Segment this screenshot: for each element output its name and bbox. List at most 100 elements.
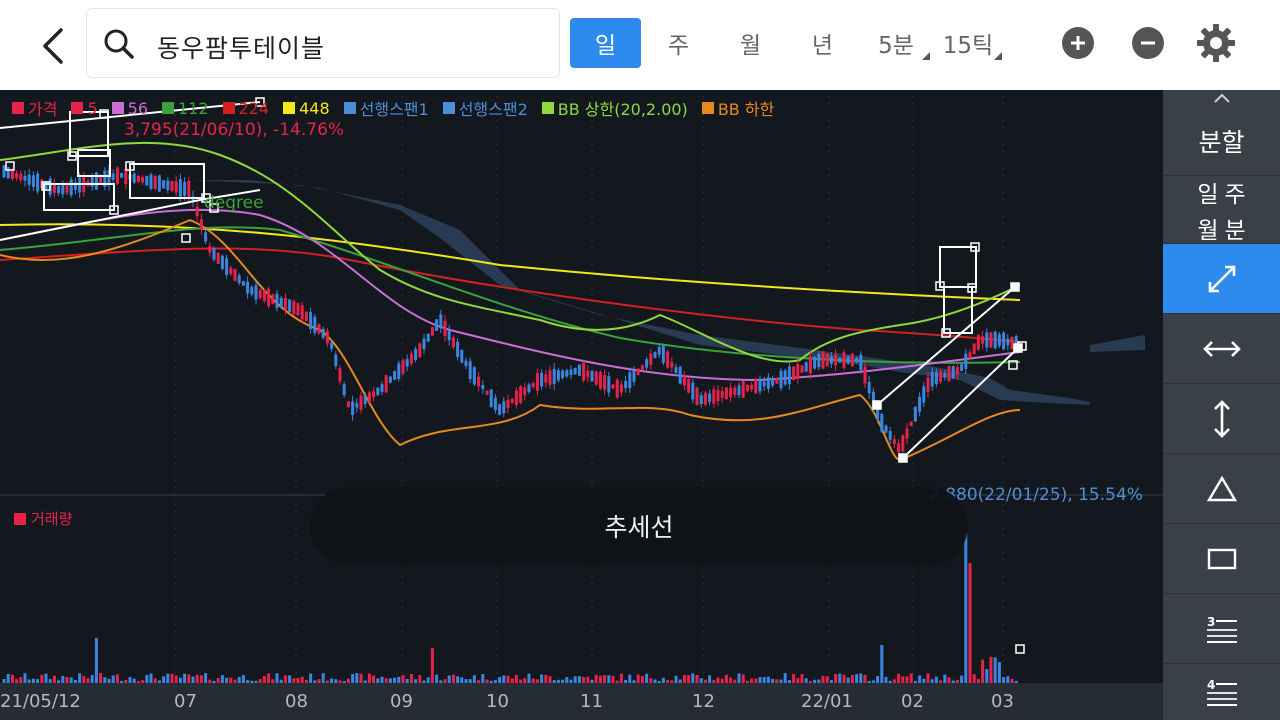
volume-bar (842, 674, 846, 683)
candle-body (989, 332, 993, 348)
candle-body (275, 293, 279, 308)
period-label: 5분 (878, 33, 914, 59)
candle-body (892, 439, 896, 444)
volume-bar (544, 674, 548, 683)
candle-body (922, 386, 926, 403)
candle-body (960, 364, 964, 372)
period-month-tab[interactable]: 월 (715, 18, 786, 68)
legend-swatch (222, 102, 235, 114)
period-year-tab[interactable]: 년 (787, 18, 858, 68)
candle-body (754, 378, 758, 394)
period-day-tab[interactable]: 일 (570, 18, 641, 68)
period-label: 일 (594, 33, 617, 59)
candle-body (666, 351, 670, 368)
legend-label: BB 하한 (717, 100, 775, 119)
candle-body (905, 428, 909, 439)
legend-swatch (541, 102, 554, 114)
volume-bar (603, 675, 607, 683)
chart-legend: 가격 5 56 112 224 448 선행스팬1 선행스팬2 BB 상한(20,2.00) BB… (12, 96, 788, 120)
period-select-button[interactable]: 일 주 월 분 (1163, 176, 1280, 244)
volume-bar (183, 673, 187, 683)
volume-bar (78, 673, 82, 683)
candle-body (535, 373, 539, 391)
candle-body (1010, 336, 1014, 350)
legend-label: 56 (127, 98, 148, 118)
volume-bar (418, 675, 422, 683)
scroll-up-icon[interactable] (1163, 90, 1280, 106)
volume-bar (909, 673, 913, 683)
volume-bar (435, 674, 439, 683)
volume-bar (682, 674, 686, 683)
triangle-tool-button[interactable] (1163, 454, 1280, 524)
search-input[interactable]: 동우팜투테이블 (86, 8, 560, 78)
candle-body (170, 181, 174, 192)
volume-bar (687, 675, 691, 683)
candle-body (334, 354, 338, 366)
candle-body (762, 381, 766, 387)
zoom-in-icon[interactable] (1062, 27, 1094, 59)
candle-body (708, 393, 712, 402)
candle-body (443, 320, 447, 336)
volume-bar (401, 675, 405, 683)
candle-body (687, 378, 691, 393)
candle-body (493, 397, 497, 410)
period-month-label: 월 (1197, 217, 1219, 244)
candle-body (939, 371, 943, 382)
candle-body (678, 366, 682, 384)
back-arrow-icon[interactable] (30, 22, 78, 70)
zoom-out-icon[interactable] (1132, 27, 1164, 59)
period-minute-tab[interactable]: 5분 (862, 18, 930, 68)
candle-body (27, 174, 31, 185)
volume-bar (640, 676, 644, 683)
legend-swatch (71, 102, 84, 114)
period-week-tab[interactable]: 주 (643, 18, 714, 68)
volume-bar (540, 674, 544, 683)
stock-chart[interactable]: 가격 5 56 112 224 448 선행스팬1 선행스팬2 BB 상한(20,2.00) BB… (0, 90, 1163, 720)
candle-body (321, 328, 325, 338)
candle-body (338, 368, 342, 382)
volume-bar (162, 676, 166, 683)
candle-body (968, 352, 972, 358)
candle-body (229, 267, 233, 275)
candle-body (267, 288, 271, 307)
candle-body (372, 391, 376, 398)
fibonacci-3-tool-button[interactable]: 3 (1163, 594, 1280, 664)
candle-body (993, 331, 997, 349)
candle-body (124, 168, 128, 185)
horizontal-line-tool-button[interactable] (1163, 314, 1280, 384)
x-tick: 21/05/12 (0, 691, 81, 712)
vertical-line-tool-button[interactable] (1163, 384, 1280, 454)
volume-bar (199, 675, 203, 683)
volume-bar (901, 676, 905, 683)
candle-body (31, 175, 35, 187)
x-tick: 22/01 (801, 691, 853, 712)
candle-body (262, 290, 266, 302)
volume-bar (636, 674, 640, 683)
volume-bar (94, 638, 98, 683)
volume-bar (409, 674, 413, 683)
candle-body (598, 372, 602, 389)
candle-body (94, 172, 98, 190)
volume-bar (174, 675, 178, 683)
fibonacci-4-tool-button[interactable]: 4 (1163, 664, 1280, 720)
candle-body (418, 343, 422, 358)
candle-body (901, 435, 905, 452)
gear-icon[interactable] (1195, 22, 1237, 64)
volume-bar (44, 673, 48, 683)
rectangle-tool-button[interactable] (1163, 524, 1280, 594)
candle-body (792, 366, 796, 380)
x-axis: 21/05/12 07 08 09 10 11 12 22/01 02 03 (0, 683, 1163, 720)
volume-bar (859, 673, 863, 683)
split-button[interactable]: 분할 (1163, 106, 1280, 176)
candle-body (741, 380, 745, 398)
volume-bar (800, 674, 804, 683)
period-label: 월 (739, 33, 762, 59)
candle-body (435, 319, 439, 331)
period-tick-tab[interactable]: 15틱 (934, 18, 1002, 68)
candle-body (997, 334, 1001, 346)
volume-bar (897, 673, 901, 683)
fibonacci-4-icon: 4 (1206, 678, 1237, 706)
trendline-tool-button[interactable] (1163, 244, 1280, 314)
candle-body (430, 327, 434, 336)
low-price-annotation: 2,880(22/01/25), 15.54% (929, 485, 1143, 505)
